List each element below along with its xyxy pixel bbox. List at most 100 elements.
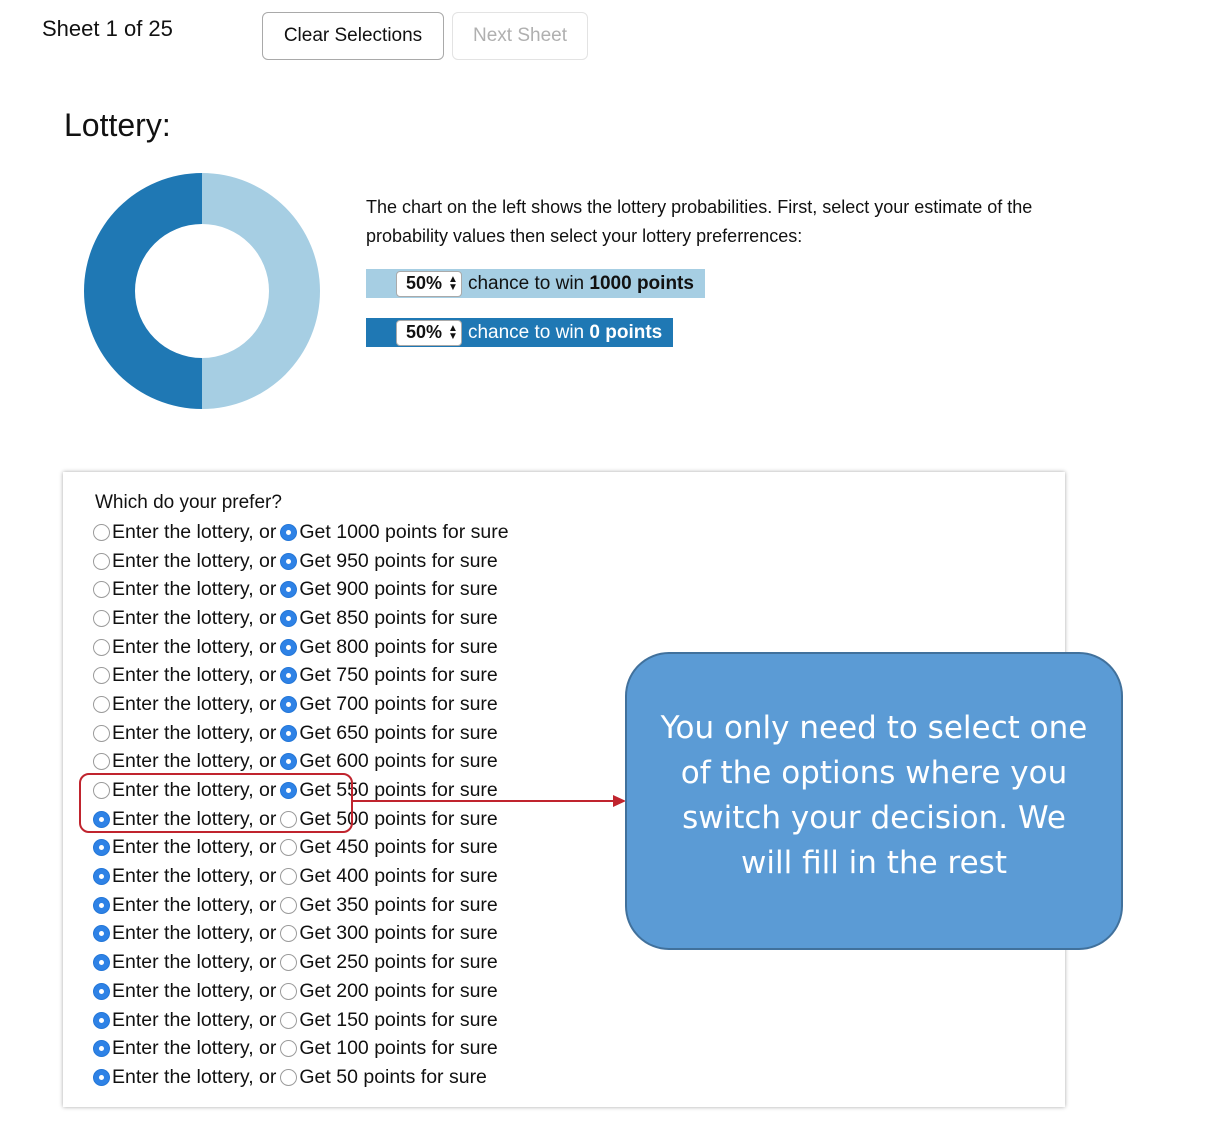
sure-points-radio[interactable] <box>280 925 298 943</box>
lottery-radio[interactable] <box>93 638 110 656</box>
sure-option-label: Get 700 points for sure <box>299 692 498 715</box>
lottery-option-label: Enter the lottery, or <box>112 865 277 888</box>
lottery-radio[interactable] <box>93 982 110 1000</box>
sure-option-label: Get 600 points for sure <box>299 750 498 773</box>
lottery-radio[interactable] <box>93 724 110 742</box>
lose-probability-spinner[interactable]: 50% ▲ ▼ <box>396 319 462 346</box>
lottery-radio[interactable] <box>93 925 110 943</box>
lottery-option-label: Enter the lottery, or <box>112 1008 277 1031</box>
choice-row: Enter the lottery, or Get 1000 points for… <box>93 518 509 547</box>
choice-row: Enter the lottery, or Get 450 points for … <box>93 834 509 863</box>
sure-points-radio[interactable] <box>280 1011 298 1029</box>
lottery-radio[interactable] <box>93 954 110 972</box>
sure-points-radio[interactable] <box>280 839 298 857</box>
choice-row: Enter the lottery, or Get 700 points for … <box>93 690 509 719</box>
sure-points-radio[interactable] <box>280 753 298 771</box>
sure-option-label: Get 150 points for sure <box>299 1008 498 1031</box>
sure-option-label: Get 350 points for sure <box>299 893 498 916</box>
choice-row: Enter the lottery, or Get 150 points for … <box>93 1006 509 1035</box>
sure-option-label: Get 400 points for sure <box>299 865 498 888</box>
lottery-radio[interactable] <box>93 753 110 771</box>
choice-row: Enter the lottery, or Get 250 points for … <box>93 948 509 977</box>
lottery-radio[interactable] <box>93 667 110 685</box>
win-probability-spinner[interactable]: 50% ▲ ▼ <box>396 270 462 297</box>
lottery-option-label: Enter the lottery, or <box>112 750 277 773</box>
sure-option-label: Get 200 points for sure <box>299 979 498 1002</box>
lose-probability-value[interactable]: 50% <box>406 322 442 343</box>
sure-points-radio[interactable] <box>280 552 298 570</box>
lottery-option-label: Enter the lottery, or <box>112 520 277 543</box>
lottery-option-label: Enter the lottery, or <box>112 922 277 945</box>
lottery-radio[interactable] <box>93 868 110 886</box>
sure-points-radio[interactable] <box>280 609 298 627</box>
lottery-option-label: Enter the lottery, or <box>112 635 277 658</box>
sure-option-label: Get 300 points for sure <box>299 922 498 945</box>
sure-points-radio[interactable] <box>280 695 298 713</box>
sure-points-radio[interactable] <box>280 724 298 742</box>
choice-row: Enter the lottery, or Get 50 points for s… <box>93 1063 509 1092</box>
lose-probability-text: chance to win <box>467 321 590 343</box>
lottery-radio[interactable] <box>93 839 110 857</box>
sure-option-label: Get 800 points for sure <box>299 635 498 658</box>
sure-option-label: Get 100 points for sure <box>299 1037 498 1060</box>
sure-points-radio[interactable] <box>280 868 298 886</box>
choice-row: Enter the lottery, or Get 750 points for … <box>93 661 509 690</box>
sure-points-radio[interactable] <box>280 954 298 972</box>
sure-points-radio[interactable] <box>280 896 298 914</box>
sure-option-label: Get 750 points for sure <box>299 664 498 687</box>
spinner-arrows-icon[interactable]: ▲ ▼ <box>448 323 458 341</box>
lottery-radio[interactable] <box>93 609 110 627</box>
probability-row-lose: 50% ▲ ▼ chance to win 0 points <box>366 318 674 347</box>
chart-description: The chart on the left shows the lottery … <box>366 197 1033 246</box>
sure-option-label: Get 900 points for sure <box>299 578 498 601</box>
lottery-option-label: Enter the lottery, or <box>112 606 277 629</box>
lottery-radio[interactable] <box>93 581 110 599</box>
sure-points-radio[interactable] <box>280 1040 298 1058</box>
sure-points-radio[interactable] <box>280 1068 298 1086</box>
preference-question: Which do your prefer? <box>95 492 282 513</box>
sure-option-label: Get 950 points for sure <box>299 549 498 572</box>
sure-option-label: Get 650 points for sure <box>299 721 498 744</box>
lottery-radio[interactable] <box>93 1011 110 1029</box>
lottery-radio[interactable] <box>93 896 110 914</box>
switch-point-highlight <box>79 773 353 833</box>
lottery-option-label: Enter the lottery, or <box>112 578 277 601</box>
win-points-label: 1000 points <box>589 272 694 294</box>
next-sheet-button[interactable]: Next Sheet <box>452 12 588 60</box>
lottery-radio[interactable] <box>93 1040 110 1058</box>
instruction-callout: You only need to select one of the optio… <box>625 652 1123 950</box>
sure-points-radio[interactable] <box>280 523 298 541</box>
spinner-arrows-icon[interactable]: ▲ ▼ <box>448 274 458 292</box>
sure-option-label: Get 1000 points for sure <box>299 520 509 543</box>
lottery-option-label: Enter the lottery, or <box>112 692 277 715</box>
lottery-radio[interactable] <box>93 695 110 713</box>
sure-points-radio[interactable] <box>280 982 298 1000</box>
probability-donut-chart <box>84 173 320 409</box>
sure-points-radio[interactable] <box>280 638 298 656</box>
sure-points-radio[interactable] <box>280 667 298 685</box>
lose-points-label: 0 points <box>589 321 663 343</box>
sure-option-label: Get 50 points for sure <box>299 1065 487 1088</box>
choice-row: Enter the lottery, or Get 850 points for … <box>93 604 509 633</box>
lottery-radio[interactable] <box>93 523 110 541</box>
donut-slice-lose <box>84 173 202 409</box>
win-probability-value[interactable]: 50% <box>406 273 442 294</box>
lottery-option-label: Enter the lottery, or <box>112 979 277 1002</box>
lottery-radio[interactable] <box>93 1068 110 1086</box>
choice-row: Enter the lottery, or Get 400 points for … <box>93 862 509 891</box>
sure-option-label: Get 450 points for sure <box>299 836 498 859</box>
lottery-radio[interactable] <box>93 552 110 570</box>
lottery-option-label: Enter the lottery, or <box>112 549 277 572</box>
choice-row: Enter the lottery, or Get 800 points for … <box>93 633 509 662</box>
lottery-option-label: Enter the lottery, or <box>112 1065 277 1088</box>
clear-selections-button[interactable]: Clear Selections <box>262 12 444 60</box>
sure-points-radio[interactable] <box>280 581 298 599</box>
lottery-option-label: Enter the lottery, or <box>112 836 277 859</box>
choice-row: Enter the lottery, or Get 600 points for … <box>93 748 509 777</box>
lottery-option-label: Enter the lottery, or <box>112 893 277 916</box>
lottery-option-label: Enter the lottery, or <box>112 951 277 974</box>
probability-row-win: 50% ▲ ▼ chance to win 1000 points <box>366 269 705 298</box>
page-title: Lottery: <box>64 107 171 143</box>
choice-row: Enter the lottery, or Get 350 points for … <box>93 891 509 920</box>
win-probability-text: chance to win <box>467 272 590 294</box>
